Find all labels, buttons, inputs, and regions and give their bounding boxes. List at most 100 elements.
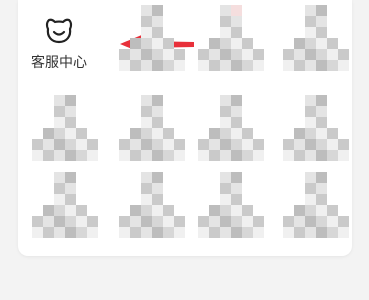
mosaic-block — [253, 150, 264, 161]
mosaic-block — [163, 139, 174, 150]
mosaic-block — [316, 205, 327, 216]
mosaic-block — [316, 117, 327, 128]
service-customer-center[interactable]: 客服中心 — [22, 0, 96, 90]
mosaic-block — [283, 227, 294, 238]
mosaic-block — [220, 172, 231, 183]
mosaic-block — [327, 38, 338, 49]
mosaic-block — [231, 106, 242, 117]
mosaic-block — [231, 27, 242, 38]
mosaic-block — [294, 227, 305, 238]
mosaic-block — [327, 227, 338, 238]
obscured-service-tile[interactable] — [283, 172, 349, 238]
mosaic-block — [294, 150, 305, 161]
mosaic-block — [305, 38, 316, 49]
mosaic-block — [141, 117, 152, 128]
mosaic-block — [220, 60, 231, 71]
mosaic-block — [338, 150, 349, 161]
mosaic-block — [141, 128, 152, 139]
mosaic-block — [220, 95, 231, 106]
mosaic-block — [294, 60, 305, 71]
mosaic-block — [220, 128, 231, 139]
mosaic-block — [338, 227, 349, 238]
mosaic-block — [242, 128, 253, 139]
mosaic-block — [253, 227, 264, 238]
mosaic-block — [174, 139, 185, 150]
mosaic-block — [152, 106, 163, 117]
mosaic-block — [231, 16, 242, 27]
mosaic-block — [327, 139, 338, 150]
mosaic-block — [209, 150, 220, 161]
mosaic-block — [152, 128, 163, 139]
mosaic-block — [316, 49, 327, 60]
mosaic-block — [32, 227, 43, 238]
mosaic-block — [198, 49, 209, 60]
mosaic-block — [253, 216, 264, 227]
mosaic-block — [152, 5, 163, 16]
mosaic-block — [316, 183, 327, 194]
mosaic-block — [198, 139, 209, 150]
mosaic-block — [174, 216, 185, 227]
mosaic-block — [152, 16, 163, 27]
mosaic-block — [316, 5, 327, 16]
mosaic-block — [141, 106, 152, 117]
mosaic-block — [220, 117, 231, 128]
mosaic-block — [65, 216, 76, 227]
mosaic-block — [253, 49, 264, 60]
obscured-service-tile[interactable] — [32, 172, 98, 238]
mosaic-block — [65, 117, 76, 128]
mosaic-block — [305, 216, 316, 227]
mosaic-block — [305, 227, 316, 238]
mosaic-block — [316, 27, 327, 38]
mosaic-block — [130, 128, 141, 139]
mosaic-block — [294, 49, 305, 60]
mosaic-block — [152, 194, 163, 205]
mosaic-block — [43, 216, 54, 227]
mosaic-block — [231, 194, 242, 205]
mosaic-block — [305, 117, 316, 128]
mosaic-block — [141, 49, 152, 60]
obscured-service-tile[interactable] — [283, 95, 349, 161]
mosaic-block — [76, 227, 87, 238]
mosaic-block — [209, 139, 220, 150]
obscured-service-tile[interactable] — [283, 5, 349, 71]
mosaic-block — [65, 128, 76, 139]
mosaic-block — [242, 38, 253, 49]
mosaic-block — [43, 128, 54, 139]
mosaic-block — [209, 216, 220, 227]
mosaic-block — [316, 38, 327, 49]
obscured-service-tile[interactable] — [119, 5, 185, 71]
obscured-service-tile[interactable] — [119, 172, 185, 238]
obscured-service-tile[interactable] — [198, 95, 264, 161]
mosaic-block — [283, 216, 294, 227]
mosaic-block — [305, 95, 316, 106]
mosaic-block — [220, 27, 231, 38]
mosaic-block — [54, 183, 65, 194]
mosaic-block — [54, 117, 65, 128]
mosaic-block — [305, 205, 316, 216]
mosaic-block — [305, 49, 316, 60]
obscured-service-tile[interactable] — [119, 95, 185, 161]
mosaic-block — [231, 172, 242, 183]
obscured-service-tile[interactable] — [32, 95, 98, 161]
mosaic-block — [294, 38, 305, 49]
mosaic-block — [283, 60, 294, 71]
mosaic-block — [130, 150, 141, 161]
mosaic-block — [163, 205, 174, 216]
mosaic-block — [65, 106, 76, 117]
mosaic-block — [316, 172, 327, 183]
mosaic-block — [220, 216, 231, 227]
mosaic-block — [54, 172, 65, 183]
mosaic-block — [305, 139, 316, 150]
mosaic-block — [130, 38, 141, 49]
mosaic-block — [231, 117, 242, 128]
mosaic-block — [198, 216, 209, 227]
mosaic-block — [242, 139, 253, 150]
mosaic-block — [209, 60, 220, 71]
mosaic-block — [231, 227, 242, 238]
mosaic-block — [220, 139, 231, 150]
obscured-service-tile[interactable] — [198, 5, 264, 71]
obscured-service-tile[interactable] — [198, 172, 264, 238]
mosaic-block — [87, 216, 98, 227]
mosaic-block — [242, 150, 253, 161]
mosaic-block — [54, 227, 65, 238]
